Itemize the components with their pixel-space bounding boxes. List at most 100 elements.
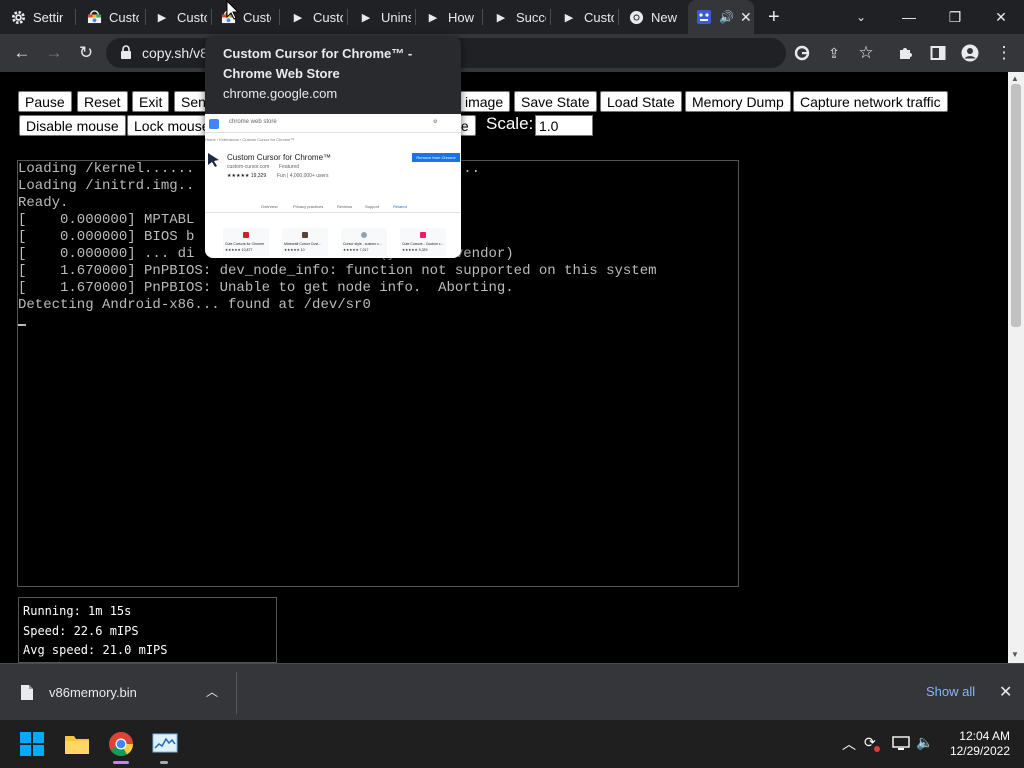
tab-how[interactable]: ▶ How	[425, 0, 483, 34]
file-explorer-button[interactable]	[61, 728, 93, 760]
tab-new-tab[interactable]: New	[628, 0, 684, 34]
scroll-up-arrow-icon[interactable]: ▲	[1011, 74, 1019, 83]
related-ext-icon	[420, 232, 426, 238]
store-name: chrome web store	[229, 119, 277, 125]
tab-title: Custo	[177, 9, 207, 25]
speaker-icon[interactable]: 🔊	[719, 10, 734, 24]
store-logo-icon	[209, 119, 219, 129]
minimize-icon: —	[902, 9, 916, 25]
reset-button[interactable]: Reset	[77, 91, 128, 112]
chrome-icon	[109, 732, 133, 757]
chevron-down-icon: ⌄	[856, 10, 867, 24]
tab-strip: Settin Custo ▶ Custo Custo ▶ Custo ▶ Uni…	[0, 0, 1024, 34]
tab-title: Custo	[584, 9, 614, 25]
tab-title: How	[448, 9, 475, 25]
hover-card-preview: chrome web store ⚙ Home › Extensions › C…	[205, 114, 461, 258]
forward-button[interactable]: →	[40, 40, 68, 66]
clock-date: 12/29/2022	[949, 744, 1010, 758]
scroll-down-arrow-icon[interactable]: ▼	[1011, 650, 1019, 659]
windows-logo-icon	[20, 732, 44, 756]
mouse-pointer-icon	[226, 0, 240, 20]
profile-button[interactable]	[956, 40, 984, 66]
tab-custom-cursor-4[interactable]: ▶ Custo	[290, 0, 348, 34]
side-panel-button[interactable]	[924, 40, 952, 66]
v86-favicon-icon	[696, 9, 712, 25]
chevron-up-icon[interactable]: ︿	[206, 683, 218, 700]
windows-taskbar: ︿ ⟳ 🔈 12:04 AM 12/29/2022	[0, 720, 1024, 768]
exit-button[interactable]: Exit	[132, 91, 170, 112]
close-window-button[interactable]: ✕	[978, 0, 1024, 34]
restore-button[interactable]: ❐	[932, 0, 978, 34]
preview-remove-button: Remove from Chrome	[412, 153, 460, 162]
chrome-taskbar-button[interactable]	[105, 728, 137, 760]
show-all-link[interactable]: Show all	[926, 684, 975, 699]
preview-rating: ★★★★★ 19,329	[227, 173, 267, 179]
related-ext-rating: ★★★★★ 10	[284, 248, 305, 252]
google-lens-button[interactable]	[788, 40, 816, 66]
play-icon: ▶	[496, 11, 506, 24]
volume-icon[interactable]: 🔈	[916, 734, 933, 751]
load-state-button[interactable]: Load State	[600, 91, 682, 112]
page-scrollbar[interactable]: ▲ ▼	[1008, 72, 1024, 663]
pause-button[interactable]: Pause	[18, 91, 72, 112]
new-tab-button[interactable]: +	[768, 0, 780, 34]
forward-arrow-icon: →	[45, 43, 63, 62]
minimize-button[interactable]: —	[886, 0, 932, 34]
back-button[interactable]: ←	[8, 40, 36, 66]
start-button[interactable]	[16, 728, 48, 760]
star-icon: ☆	[858, 43, 874, 62]
scale-input[interactable]	[535, 115, 593, 136]
close-icon[interactable]: ✕	[999, 682, 1012, 702]
related-ext-name: Cursor style - custom c…	[343, 242, 383, 246]
tab-custom-cursor-5[interactable]: ▶ Custo	[561, 0, 619, 34]
more-vert-icon: ⋮	[995, 43, 1013, 62]
tab-close-icon[interactable]: ✕	[740, 9, 752, 26]
preview-nav-privacy: Privacy practices	[293, 204, 324, 209]
active-app-indicator	[113, 761, 129, 764]
extensions-button[interactable]	[892, 40, 920, 66]
download-file-name[interactable]: v86memory.bin	[49, 685, 137, 700]
share-button[interactable]: ⇪	[820, 40, 848, 66]
profile-icon	[961, 44, 979, 62]
hover-card-domain: chrome.google.com	[223, 86, 338, 101]
task-manager-icon	[152, 733, 178, 753]
tab-custom-cursor-store[interactable]: Custo	[86, 0, 146, 34]
tab-hover-card: Custom Cursor for Chrome™ - Chrome Web S…	[205, 36, 461, 258]
capture-network-button[interactable]: Capture network traffic	[793, 91, 948, 112]
menu-button[interactable]: ⋮	[990, 40, 1018, 66]
preview-nav-related: Related	[393, 204, 407, 209]
tab-title: Custo	[243, 9, 271, 25]
terminal-line: [ 1.670000] PnPBIOS: dev_node_info: func…	[18, 263, 657, 279]
tab-search-button[interactable]: ⌄	[856, 0, 866, 34]
divider	[205, 212, 461, 213]
tab-settings[interactable]: Settin	[10, 0, 76, 34]
network-icon[interactable]	[892, 735, 910, 751]
preview-breadcrumb: Home › Extensions › Custom Cursor for Ch…	[205, 137, 295, 142]
reload-button[interactable]: ↻	[72, 40, 100, 66]
save-state-button[interactable]: Save State	[514, 91, 597, 112]
image-button[interactable]: image	[458, 91, 511, 112]
chevron-up-icon[interactable]: ︿	[842, 734, 856, 754]
lock-mouse-button[interactable]: Lock mouse	[127, 115, 217, 136]
tab-v86-active[interactable]: 🔊 ✕	[688, 0, 754, 34]
related-ext-icon	[243, 232, 249, 238]
system-clock[interactable]: 12:04 AM 12/29/2022	[940, 729, 1010, 759]
tab-success[interactable]: ▶ Succe	[493, 0, 551, 34]
related-ext-name: Minecraft Cursor Cust…	[284, 242, 322, 246]
scroll-thumb[interactable]	[1011, 84, 1021, 327]
memory-dump-button[interactable]: Memory Dump	[685, 91, 791, 112]
related-ext-icon	[361, 232, 367, 238]
speed: Speed: 22.6 mIPS	[23, 624, 139, 638]
preview-ext-name: Custom Cursor for Chrome™	[227, 153, 332, 162]
preview-featured: Featured	[279, 164, 300, 170]
stats-panel: Running: 1m 15s Speed: 22.6 mIPS Avg spe…	[18, 597, 277, 663]
bookmark-button[interactable]: ☆	[852, 40, 880, 66]
running-time: Running: 1m 15s	[23, 604, 132, 618]
tab-title: Custo	[313, 9, 343, 25]
side-panel-icon	[930, 46, 946, 60]
disable-mouse-button[interactable]: Disable mouse	[19, 115, 126, 136]
tab-custom-cursor-2[interactable]: ▶ Custo	[154, 0, 212, 34]
tab-uninstall[interactable]: ▶ Unins	[358, 0, 416, 34]
task-manager-button[interactable]	[149, 728, 181, 760]
play-icon: ▶	[564, 11, 574, 24]
